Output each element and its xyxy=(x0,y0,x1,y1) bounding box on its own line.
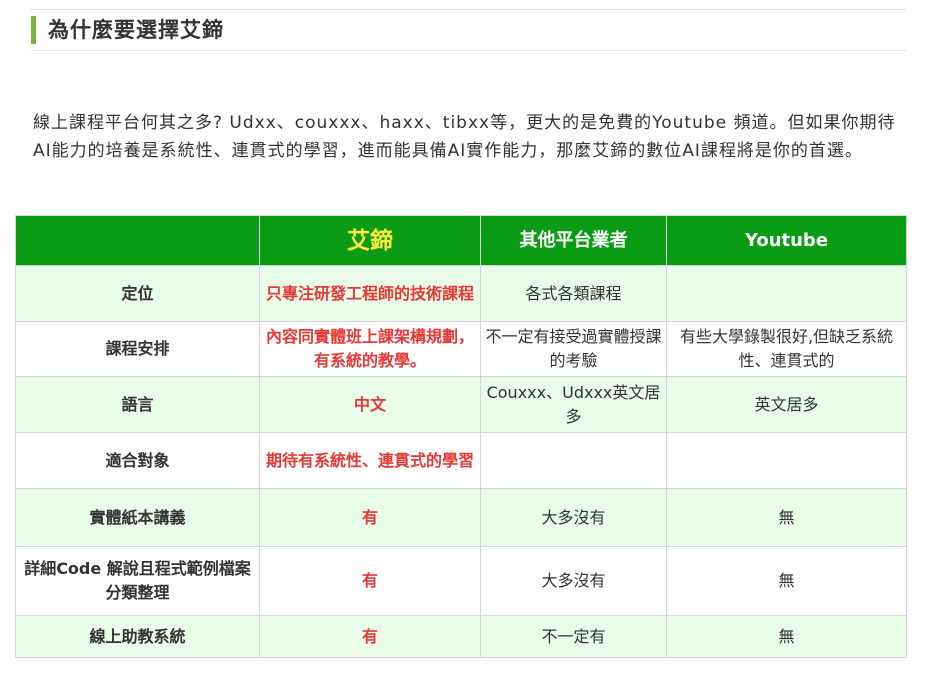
brand-cell: 有 xyxy=(259,615,481,658)
youtube-cell: 有些大學錄製很好,但缺乏系統性、連貫式的 xyxy=(666,321,907,377)
table-row: 課程安排 內容同實體班上課架構規劃，有系統的教學。 不一定有接受過實體授課的考驗… xyxy=(15,321,907,377)
other-platforms-cell: Couxxx、Udxxx英文居多 xyxy=(480,376,667,433)
row-label: 適合對象 xyxy=(15,432,260,489)
table-row: 語言 中文 Couxxx、Udxxx英文居多 英文居多 xyxy=(15,376,907,433)
table-row: 詳細Code 解說且程式範例檔案分類整理 有 大多沒有 無 xyxy=(15,546,907,616)
other-platforms-cell xyxy=(480,432,667,489)
youtube-cell: 無 xyxy=(666,488,907,547)
table-row: 實體紙本講義 有 大多沒有 無 xyxy=(15,488,907,547)
row-label: 線上助教系統 xyxy=(15,615,260,658)
row-label: 定位 xyxy=(15,265,260,322)
youtube-cell: 英文居多 xyxy=(666,376,907,433)
intro-paragraph: 線上課程平台何其之多? Udxx、couxxx、haxx、tibxx等，更大的是… xyxy=(33,113,896,161)
table-row: 線上助教系統 有 不一定有 無 xyxy=(15,615,907,658)
table-header-row: 艾鍗 其他平台業者 Youtube xyxy=(15,215,907,266)
header-other-platforms: 其他平台業者 xyxy=(480,215,667,266)
comparison-table: 艾鍗 其他平台業者 Youtube 定位 只專注研發工程師的技術課程 各式各類課… xyxy=(15,215,907,658)
section-heading: 為什麼要選擇艾鍗 xyxy=(31,16,906,51)
youtube-cell: 無 xyxy=(666,546,907,616)
row-label: 語言 xyxy=(15,376,260,433)
other-platforms-cell: 不一定有接受過實體授課的考驗 xyxy=(480,321,667,377)
row-label: 實體紙本講義 xyxy=(15,488,260,547)
brand-cell: 只專注研發工程師的技術課程 xyxy=(259,265,481,322)
brand-cell: 有 xyxy=(259,546,481,616)
brand-cell: 中文 xyxy=(259,376,481,433)
top-divider xyxy=(30,9,906,10)
youtube-cell xyxy=(666,265,907,322)
header-corner xyxy=(15,215,260,266)
brand-cell: 內容同實體班上課架構規劃，有系統的教學。 xyxy=(259,321,481,377)
other-platforms-cell: 不一定有 xyxy=(480,615,667,658)
table-row: 適合對象 期待有系統性、連貫式的學習 xyxy=(15,432,907,489)
youtube-cell: 無 xyxy=(666,615,907,658)
brand-cell: 有 xyxy=(259,488,481,547)
heading-accent-bar xyxy=(31,16,36,44)
header-youtube: Youtube xyxy=(666,215,907,266)
header-brand: 艾鍗 xyxy=(259,215,481,266)
other-platforms-cell: 大多沒有 xyxy=(480,488,667,547)
other-platforms-cell: 各式各類課程 xyxy=(480,265,667,322)
other-platforms-cell: 大多沒有 xyxy=(480,546,667,616)
row-label: 課程安排 xyxy=(15,321,260,377)
brand-cell: 期待有系統性、連貫式的學習 xyxy=(259,432,481,489)
row-label: 詳細Code 解說且程式範例檔案分類整理 xyxy=(15,546,260,616)
section-title: 為什麼要選擇艾鍗 xyxy=(48,18,224,42)
table-row: 定位 只專注研發工程師的技術課程 各式各類課程 xyxy=(15,265,907,322)
youtube-cell xyxy=(666,432,907,489)
